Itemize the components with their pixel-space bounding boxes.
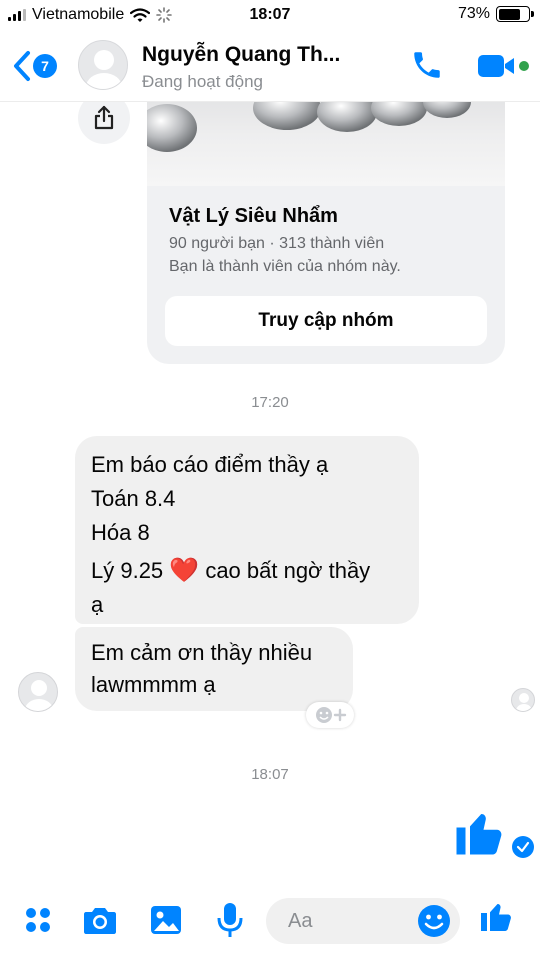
send-like-button[interactable]: [478, 898, 514, 934]
battery-fill: [498, 8, 520, 20]
video-icon: [478, 55, 529, 77]
voice-message-button[interactable]: [212, 902, 248, 938]
back-chevron-icon: [14, 51, 30, 81]
chat-header: 7 Nguyễn Quang Th... Đang hoạt động: [0, 30, 540, 102]
message-input-placeholder: Aa: [288, 910, 313, 932]
sent-status: [512, 836, 534, 858]
message-bubble[interactable]: Em cảm ơn thầy nhiều lawmmmm ạ: [75, 627, 353, 711]
microphone-icon: [217, 903, 243, 937]
message-input[interactable]: Aa: [266, 898, 460, 944]
battery-icon: [496, 6, 534, 22]
video-call-button[interactable]: [476, 52, 534, 85]
add-reaction-icon: [316, 707, 347, 723]
group-name: Vật Lý Siêu Nhẩm: [169, 205, 338, 227]
gallery-button[interactable]: [148, 902, 184, 938]
sender-avatar[interactable]: [18, 672, 58, 712]
sent-check-icon: [516, 841, 530, 853]
add-reaction-button[interactable]: [306, 702, 354, 728]
timestamp: 18:07: [251, 766, 289, 783]
message-text: Lý 9.25: [91, 558, 164, 583]
group-membership-note: Bạn là thành viên của nhóm này.: [169, 258, 401, 275]
share-icon: [94, 105, 114, 130]
message-line: ạ: [91, 592, 104, 617]
unread-count-badge: 7: [33, 54, 57, 78]
contact-name[interactable]: Nguyễn Quang Th...: [142, 43, 340, 67]
phone-icon: [414, 52, 440, 78]
contact-avatar[interactable]: [78, 40, 128, 90]
group-share-card[interactable]: Vật Lý Siêu Nhẩm 90 người bạn · 313 thàn…: [147, 60, 505, 364]
message-composer: Aa: [0, 890, 540, 960]
timestamp: 17:20: [251, 394, 289, 411]
menu-dots-icon: [26, 908, 50, 932]
more-actions-button[interactable]: [20, 902, 56, 938]
sent-like-message[interactable]: [452, 805, 506, 864]
message-line-with-emoji: Lý 9.25 ❤️ cao bất ngờ thầy: [91, 554, 403, 588]
camera-icon: [84, 908, 116, 934]
visit-group-button[interactable]: Truy cập nhóm: [165, 296, 487, 346]
battery-percent: 73%: [457, 5, 490, 22]
message-bubble[interactable]: Em báo cáo điểm thầy ạ Toán 8.4 Hóa 8 Lý…: [75, 436, 419, 624]
default-avatar-icon: [86, 50, 122, 89]
voice-call-button[interactable]: [410, 48, 444, 87]
back-button[interactable]: 7: [12, 50, 57, 82]
heart-emoji: ❤️: [169, 557, 200, 584]
read-receipt-avatar: [511, 688, 535, 712]
default-avatar-icon: [516, 693, 532, 711]
group-info: 90 người bạn · 313 thành viên Bạn là thà…: [169, 232, 401, 278]
message-line: Em báo cáo điểm thầy ạ: [91, 452, 329, 477]
message-line: lawmmmm ạ: [91, 672, 216, 697]
status-bar: Vietnamobile 18:07 73%: [0, 0, 540, 30]
group-member-stats: 90 người bạn · 313 thành viên: [169, 235, 385, 252]
contact-status: Đang hoạt động: [142, 72, 263, 91]
like-icon: [481, 904, 511, 931]
message-line: Hóa 8: [91, 520, 150, 545]
emoji-button[interactable]: [416, 903, 452, 944]
message-line: Em cảm ơn thầy nhiều: [91, 640, 313, 665]
message-line: Toán 8.4: [91, 486, 176, 511]
camera-button[interactable]: [82, 902, 118, 938]
image-icon: [151, 906, 181, 934]
like-icon: [456, 814, 502, 855]
message-text: cao bất ngờ thầy: [205, 558, 371, 583]
default-avatar-icon: [25, 680, 53, 711]
emoji-icon: [418, 905, 450, 937]
status-right: 73%: [457, 5, 534, 23]
